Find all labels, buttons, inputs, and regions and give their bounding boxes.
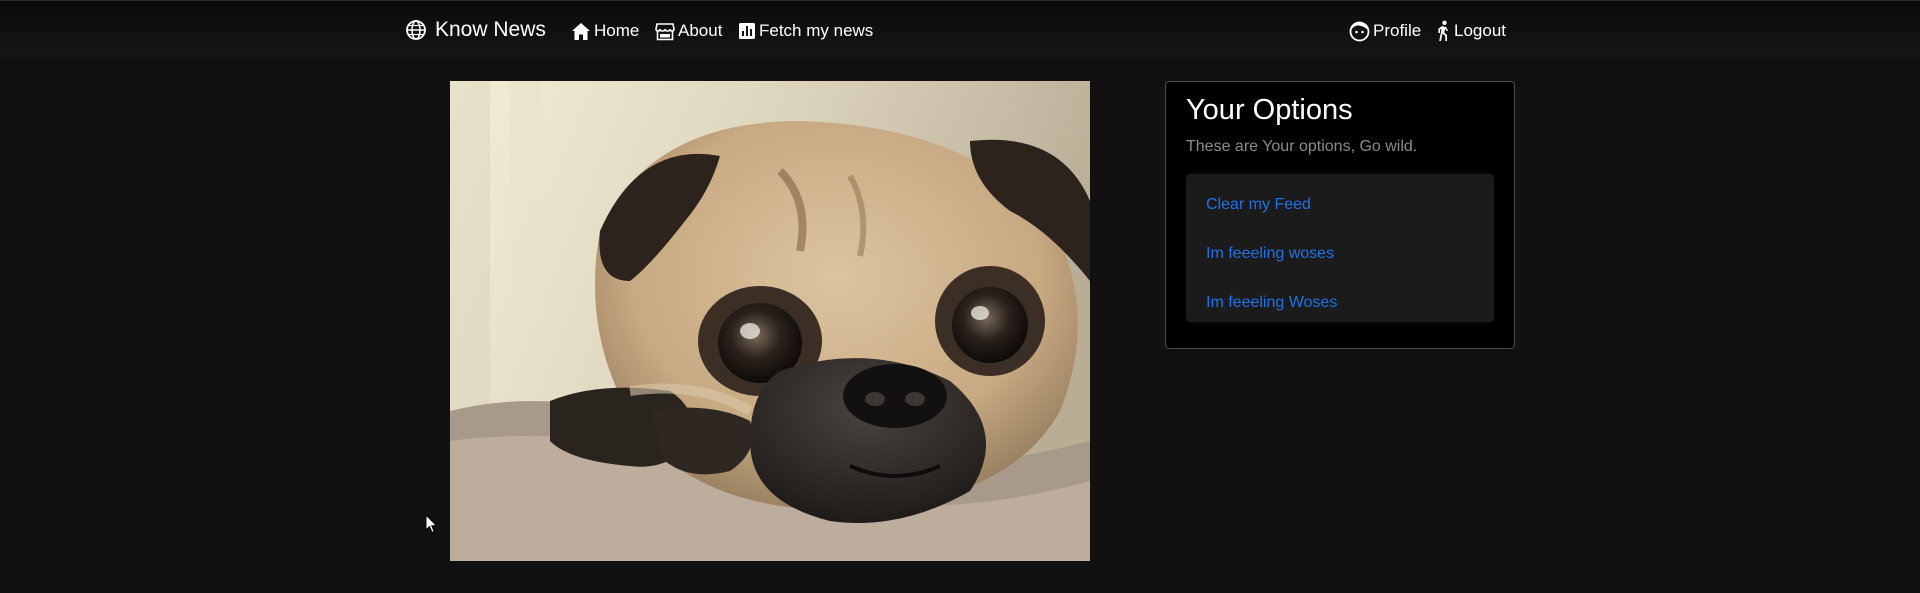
home-icon [571, 22, 591, 41]
globe-icon [405, 19, 427, 41]
face-icon [1349, 21, 1370, 42]
clear-feed-link[interactable]: Clear my Feed [1206, 196, 1311, 214]
list-item: Im feeeling Woses [1186, 278, 1494, 327]
brand-label: Know News [435, 18, 546, 41]
nav-logout-link[interactable]: Logout [1435, 18, 1506, 44]
pug-photo [450, 81, 1090, 561]
list-item: Im feeeling woses [1186, 229, 1494, 278]
options-card: Your Options These are Your options, Go … [1165, 81, 1515, 349]
top-navbar: Know News Home About Fetch my news Profi… [0, 0, 1920, 58]
nav-fetch-news-link[interactable]: Fetch my news [738, 18, 873, 44]
nav-about-label: About [678, 21, 723, 40]
bar-chart-icon [738, 22, 756, 40]
feeling-woses-capital-link[interactable]: Im feeeling Woses [1206, 294, 1337, 312]
options-card-subtitle: These are Your options, Go wild. [1186, 138, 1418, 155]
nav-logout-label: Logout [1454, 21, 1506, 40]
nav-fetch-news-label: Fetch my news [759, 21, 874, 40]
options-list: Clear my Feed Im feeeling woses Im feeel… [1186, 174, 1494, 322]
store-icon [655, 22, 675, 41]
options-card-title: Your Options [1186, 94, 1353, 126]
list-item: Clear my Feed [1186, 180, 1494, 229]
running-person-icon [1435, 20, 1451, 42]
nav-home-link[interactable]: Home [571, 18, 639, 44]
nav-about-link[interactable]: About [655, 18, 722, 44]
feeling-woses-link[interactable]: Im feeeling woses [1206, 245, 1334, 263]
brand-link[interactable]: Know News [405, 15, 546, 45]
mouse-cursor-icon [425, 513, 439, 539]
nav-profile-label: Profile [1373, 21, 1422, 40]
nav-home-label: Home [594, 21, 640, 40]
nav-profile-link[interactable]: Profile [1349, 18, 1421, 44]
